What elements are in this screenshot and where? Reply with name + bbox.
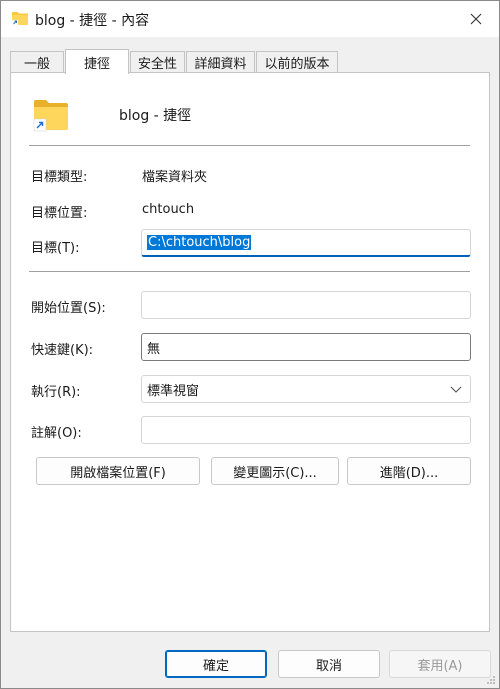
folder-icon: [12, 12, 28, 25]
shortcut-key-input[interactable]: 無: [141, 333, 471, 361]
close-icon: [470, 13, 482, 25]
start-in-label: 開始位置(S):: [31, 301, 106, 316]
shortcut-name: blog - 捷徑: [119, 108, 192, 124]
tab-previous-versions[interactable]: 以前的版本: [256, 51, 338, 72]
run-label: 執行(R):: [31, 385, 81, 400]
run-selected-value: 標準視窗: [147, 383, 200, 399]
advanced-button[interactable]: 進階(D)...: [347, 457, 471, 485]
target-location-label: 目標位置:: [31, 206, 88, 221]
start-in-input[interactable]: [141, 291, 471, 319]
target-input[interactable]: C:\chtouch\blog: [141, 229, 471, 257]
target-input-selected-text: C:\chtouch\blog: [147, 235, 252, 250]
tab-details[interactable]: 詳細資料: [186, 51, 255, 72]
change-icon-button[interactable]: 變更圖示(C)...: [211, 457, 339, 485]
target-location-value: chtouch: [142, 202, 195, 217]
shortcut-key-label: 快速鍵(K):: [31, 343, 94, 358]
open-file-location-button[interactable]: 開啟檔案位置(F): [36, 457, 200, 485]
close-button[interactable]: [453, 1, 499, 37]
target-type-label: 目標類型:: [31, 170, 88, 185]
separator: [29, 271, 470, 272]
target-type-value: 檔案資料夾: [142, 170, 208, 185]
comment-input[interactable]: [141, 416, 471, 444]
properties-window: blog - 捷徑 - 內容 一般 捷徑 安全性 詳細資料 以前的版本 blog…: [0, 0, 500, 689]
ok-button[interactable]: 確定: [165, 650, 267, 678]
tab-shortcut[interactable]: 捷徑: [65, 49, 129, 74]
target-label: 目標(T):: [31, 241, 80, 256]
tab-general[interactable]: 一般: [10, 51, 64, 72]
chevron-down-icon: [450, 386, 462, 393]
comment-label: 註解(O):: [31, 426, 82, 441]
title-bar[interactable]: blog - 捷徑 - 內容: [1, 1, 499, 37]
window-title: blog - 捷徑 - 內容: [35, 13, 150, 29]
shortcut-key-value: 無: [147, 341, 161, 357]
tab-strip: 一般 捷徑 安全性 詳細資料 以前的版本: [10, 49, 490, 74]
folder-shortcut-icon: [33, 100, 68, 132]
resize-grip-icon[interactable]: [486, 675, 496, 685]
tab-security[interactable]: 安全性: [130, 51, 185, 72]
cancel-button[interactable]: 取消: [278, 650, 380, 678]
run-select[interactable]: 標準視窗: [141, 375, 471, 403]
apply-button[interactable]: 套用(A): [389, 650, 491, 678]
separator: [29, 145, 470, 146]
shortcut-tab-panel: blog - 捷徑 目標類型: 檔案資料夾 目標位置: chtouch 目標(T…: [10, 72, 490, 632]
